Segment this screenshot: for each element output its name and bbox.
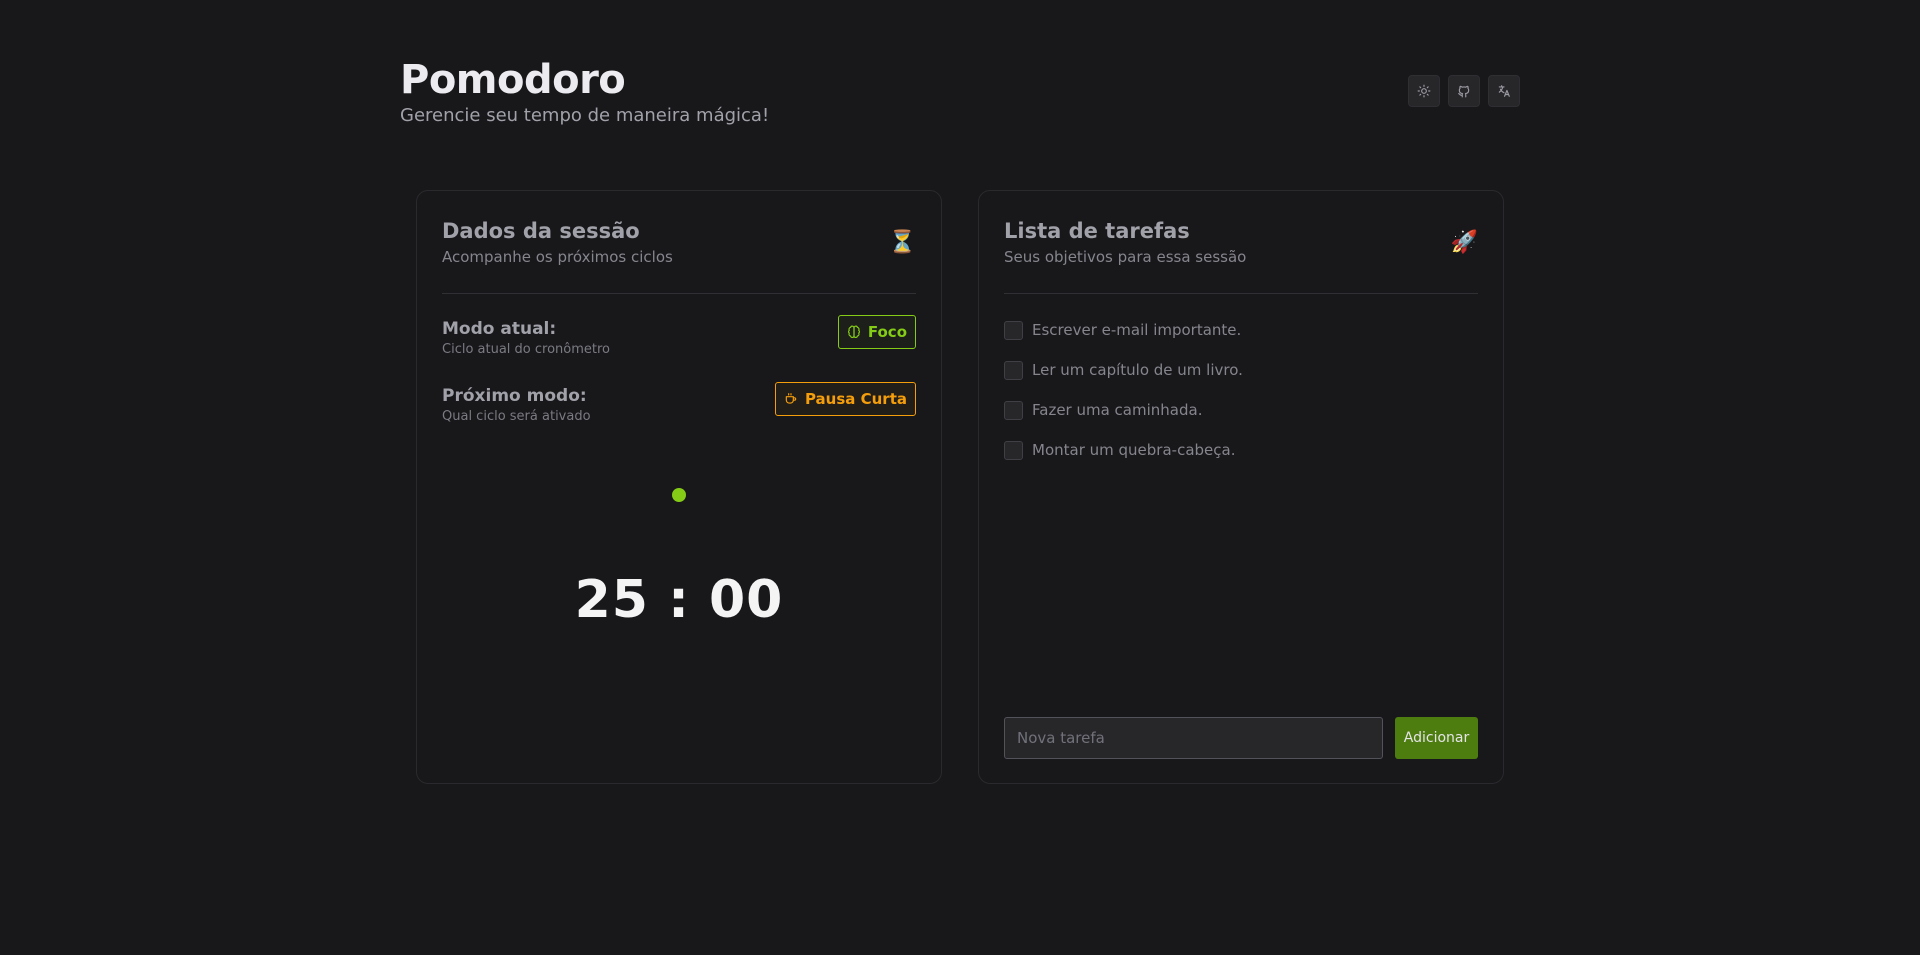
session-description: Acompanhe os próximos ciclos bbox=[442, 248, 673, 266]
coffee-icon bbox=[785, 393, 797, 404]
session-card: Dados da sessão Acompanhe os próximos ci… bbox=[416, 190, 942, 784]
task-item: Montar um quebra-cabeça. bbox=[1004, 440, 1478, 460]
brain-icon bbox=[847, 325, 860, 338]
github-icon bbox=[1458, 85, 1470, 98]
session-card-header: Dados da sessão Acompanhe os próximos ci… bbox=[442, 217, 916, 294]
current-mode-label: Modo atual: bbox=[442, 319, 557, 339]
current-mode-hint: Ciclo atual do cronômetro bbox=[442, 342, 611, 357]
cycle-indicator bbox=[442, 488, 916, 502]
timer-display: 25 : 00 bbox=[574, 570, 784, 630]
task-item: Ler um capítulo de um livro. bbox=[1004, 360, 1478, 380]
app-header: Pomodoro Gerencie seu tempo de maneira m… bbox=[400, 56, 1520, 128]
next-mode-row: Próximo modo: Qual ciclo será ativado Pa… bbox=[442, 382, 916, 424]
header-actions bbox=[1408, 75, 1520, 107]
task-item: Escrever e-mail importante. bbox=[1004, 320, 1478, 340]
task-checkbox[interactable] bbox=[1004, 400, 1023, 420]
task-label: Ler um capítulo de um livro. bbox=[1032, 361, 1243, 379]
add-task-form: Adicionar bbox=[1004, 717, 1478, 759]
current-mode-badge: Foco bbox=[837, 315, 916, 349]
session-title: Dados da sessão bbox=[442, 219, 640, 243]
theme-toggle-button[interactable] bbox=[1408, 75, 1440, 107]
next-mode-badge: Pausa Curta bbox=[774, 382, 916, 416]
sun-icon bbox=[1417, 84, 1431, 98]
next-mode-hint: Qual ciclo será ativado bbox=[442, 409, 591, 424]
brand: Pomodoro Gerencie seu tempo de maneira m… bbox=[400, 56, 769, 128]
tasks-card-header: Lista de tarefas Seus objetivos para ess… bbox=[1004, 217, 1478, 294]
next-mode-label: Próximo modo: bbox=[442, 386, 587, 406]
language-button[interactable] bbox=[1488, 75, 1520, 107]
new-task-input[interactable] bbox=[1004, 717, 1383, 759]
add-task-button[interactable]: Adicionar bbox=[1395, 717, 1478, 759]
task-checkbox[interactable] bbox=[1004, 360, 1023, 380]
task-checkbox[interactable] bbox=[1004, 440, 1023, 460]
app-title: Pomodoro bbox=[400, 57, 626, 103]
rocket-icon: 🚀 bbox=[1450, 230, 1478, 255]
github-button[interactable] bbox=[1448, 75, 1480, 107]
task-list: Escrever e-mail importante. Ler um capít… bbox=[1004, 320, 1478, 460]
next-mode-badge-label: Pausa Curta bbox=[804, 390, 907, 408]
translate-icon bbox=[1498, 85, 1510, 97]
app-subtitle: Gerencie seu tempo de maneira mágica! bbox=[400, 105, 770, 126]
task-label: Escrever e-mail importante. bbox=[1032, 321, 1242, 339]
hourglass-icon: ⏳ bbox=[888, 230, 916, 255]
tasks-description: Seus objetivos para essa sessão bbox=[1004, 248, 1247, 266]
cycle-dot bbox=[672, 488, 686, 502]
task-checkbox[interactable] bbox=[1004, 320, 1023, 340]
task-label: Fazer uma caminhada. bbox=[1032, 401, 1203, 419]
tasks-card: Lista de tarefas Seus objetivos para ess… bbox=[978, 190, 1504, 784]
current-mode-row: Modo atual: Ciclo atual do cronômetro Fo… bbox=[442, 315, 916, 357]
current-mode-badge-label: Foco bbox=[867, 323, 907, 341]
task-label: Montar um quebra-cabeça. bbox=[1032, 441, 1236, 459]
task-item: Fazer uma caminhada. bbox=[1004, 400, 1478, 420]
tasks-title: Lista de tarefas bbox=[1004, 219, 1190, 243]
